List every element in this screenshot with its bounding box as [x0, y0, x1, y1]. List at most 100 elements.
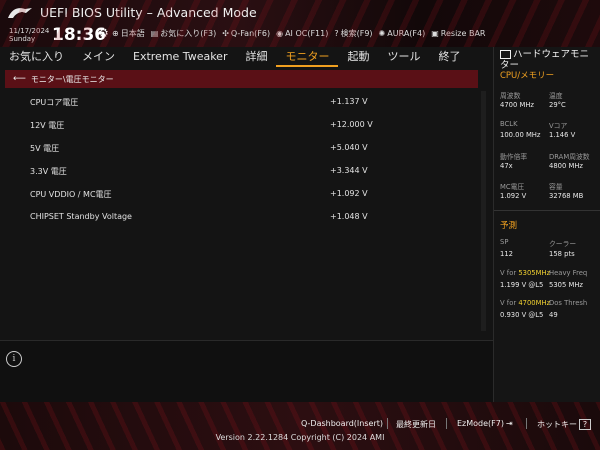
help-info-bar: i — [0, 340, 493, 403]
hw-value: 5305 MHz — [549, 281, 584, 289]
item-value: +12.000 V — [330, 120, 373, 129]
hardware-monitor-panel: ハードウェアモニター CPU/メモリー 周波数 4700 MHz 温度 29°C… — [493, 47, 600, 402]
prediction-section-title: 予測 — [500, 221, 518, 231]
hw-value: 49 — [549, 311, 558, 319]
date-display: 11/17/2024 Sunday — [9, 27, 49, 43]
info-icon: i — [6, 351, 22, 367]
hw-value: 0.930 V @L5 — [500, 311, 544, 319]
ezmode-button[interactable]: EzMode(F7) ⇥ — [457, 419, 513, 428]
hw-value: 47x — [500, 162, 513, 170]
aura-icon: ✺ — [378, 29, 386, 38]
cpu-memory-section-title: CPU/メモリー — [500, 71, 555, 81]
list-item[interactable]: CHIPSET Standby Voltage +1.048 V — [0, 206, 480, 226]
main-tabs: お気に入り メイン Extreme Tweaker 詳細 モニター 起動 ツール… — [0, 47, 493, 67]
tab-boot[interactable]: 起動 — [338, 47, 378, 67]
monitor-icon — [500, 50, 511, 59]
favorites-button[interactable]: ▤ お気に入り(F3) — [151, 28, 217, 39]
divider — [494, 210, 600, 211]
hw-label: V for 5305MHz — [500, 269, 551, 277]
gear-icon[interactable]: ⚙ — [98, 26, 109, 40]
hw-label: MC電圧 — [500, 183, 525, 191]
fan-icon: ✣ — [222, 29, 229, 38]
hw-label: 温度 — [549, 92, 563, 100]
item-label: CPUコア電圧 — [30, 98, 79, 107]
top-bar: UEFI BIOS Utility – Advanced Mode 11/17/… — [0, 0, 600, 47]
ai-oc-button[interactable]: ◉ AI OC(F11) — [276, 28, 328, 39]
hw-label: SP — [500, 238, 509, 246]
hw-value: 1.092 V — [500, 192, 527, 200]
tab-tool[interactable]: ツール — [378, 47, 429, 67]
item-value: +1.137 V — [330, 97, 368, 106]
resize-bar-button[interactable]: ▣ Resize BAR — [431, 28, 485, 39]
version-text: Version 2.22.1284 Copyright (C) 2024 AMI — [215, 433, 385, 442]
divider — [526, 418, 527, 429]
globe-icon: ⊕ — [112, 29, 119, 38]
item-value: +5.040 V — [330, 143, 368, 152]
item-label: 12V 電圧 — [30, 121, 65, 130]
hotkeys-key-icon: ? — [579, 419, 591, 430]
list-item[interactable]: 3.3V 電圧 +3.344 V — [0, 160, 480, 180]
tab-main[interactable]: メイン — [73, 47, 124, 67]
hw-label: V for 4700MHz — [500, 299, 551, 307]
hw-monitor-title: ハードウェアモニター — [500, 49, 590, 71]
app-title: UEFI BIOS Utility – Advanced Mode — [40, 5, 257, 20]
hw-label: DRAM周波数 — [549, 153, 590, 161]
hw-label: 動作倍率 — [500, 153, 528, 161]
hw-value: 32768 MB — [549, 192, 584, 200]
back-arrow-icon[interactable]: ⟵ — [13, 74, 26, 84]
tab-monitor[interactable]: モニター — [276, 47, 339, 67]
hw-label: Vコア — [549, 122, 568, 130]
item-label: CPU VDDIO / MC電圧 — [30, 190, 112, 199]
hw-value: 1.199 V @L5 — [500, 281, 544, 289]
last-modified-button[interactable]: 最終更新日 — [396, 419, 436, 430]
hw-label: Dos Thresh — [549, 299, 588, 307]
scrollbar[interactable] — [481, 91, 486, 331]
item-value: +3.344 V — [330, 166, 368, 175]
date-text: 11/17/2024 — [9, 27, 50, 35]
list-item[interactable]: CPU VDDIO / MC電圧 +1.092 V — [0, 183, 480, 203]
exit-to-icon: ⇥ — [505, 419, 513, 428]
star-icon: ▤ — [150, 29, 159, 38]
hw-value: 158 pts — [549, 250, 575, 258]
tab-advanced[interactable]: 詳細 — [236, 47, 276, 67]
item-value: +1.048 V — [330, 212, 368, 221]
resize-bar-icon: ▣ — [431, 29, 439, 38]
toolbar: ⊕ 日本語 ▤ お気に入り(F3) ✣ Q-Fan(F6) ◉ AI OC(F11) ?… — [112, 28, 485, 39]
divider — [387, 418, 388, 429]
main-panel: ⟵ モニター\電圧モニター CPUコア電圧 +1.137 V 12V 電圧 +1… — [0, 67, 493, 340]
q-dashboard-button[interactable]: Q-Dashboard(Insert) — [301, 419, 383, 428]
qfan-button[interactable]: ✣ Q-Fan(F6) — [222, 28, 270, 39]
hw-label: 容量 — [549, 183, 563, 191]
list-item[interactable]: 12V 電圧 +12.000 V — [0, 114, 480, 134]
hw-label: クーラー — [549, 240, 577, 248]
hw-value: 100.00 MHz — [500, 131, 541, 139]
item-label: 3.3V 電圧 — [30, 167, 67, 176]
search-button[interactable]: ? 検索(F9) — [334, 28, 372, 39]
breadcrumb-text: モニター\電圧モニター — [30, 74, 114, 84]
hw-value: 4700 MHz — [500, 101, 535, 109]
tab-favorites[interactable]: お気に入り — [0, 47, 73, 67]
hotkeys-button[interactable]: ホットキー? — [537, 419, 591, 430]
divider — [446, 418, 447, 429]
tab-exit[interactable]: 終了 — [429, 47, 469, 67]
breadcrumb[interactable]: ⟵ モニター\電圧モニター — [5, 70, 478, 88]
language-button[interactable]: ⊕ 日本語 — [112, 28, 145, 39]
hw-value: 4800 MHz — [549, 162, 584, 170]
hw-value: 112 — [500, 250, 513, 258]
ai-icon: ◉ — [276, 29, 284, 38]
item-label: CHIPSET Standby Voltage — [30, 212, 132, 221]
hw-label: Heavy Freq — [549, 269, 588, 277]
hw-label: 周波数 — [500, 92, 521, 100]
item-label: 5V 電圧 — [30, 144, 60, 153]
hw-value: 29°C — [549, 101, 566, 109]
day-text: Sunday — [9, 35, 36, 43]
rog-logo-icon — [8, 8, 32, 18]
help-icon: ? — [334, 29, 339, 38]
list-item[interactable]: 5V 電圧 +5.040 V — [0, 137, 480, 157]
aura-button[interactable]: ✺ AURA(F4) — [379, 28, 426, 39]
hw-value: 1.146 V — [549, 131, 576, 139]
item-value: +1.092 V — [330, 189, 368, 198]
list-item[interactable]: CPUコア電圧 +1.137 V — [0, 91, 480, 111]
hw-label: BCLK — [500, 120, 518, 128]
tab-extreme-tweaker[interactable]: Extreme Tweaker — [124, 47, 236, 67]
